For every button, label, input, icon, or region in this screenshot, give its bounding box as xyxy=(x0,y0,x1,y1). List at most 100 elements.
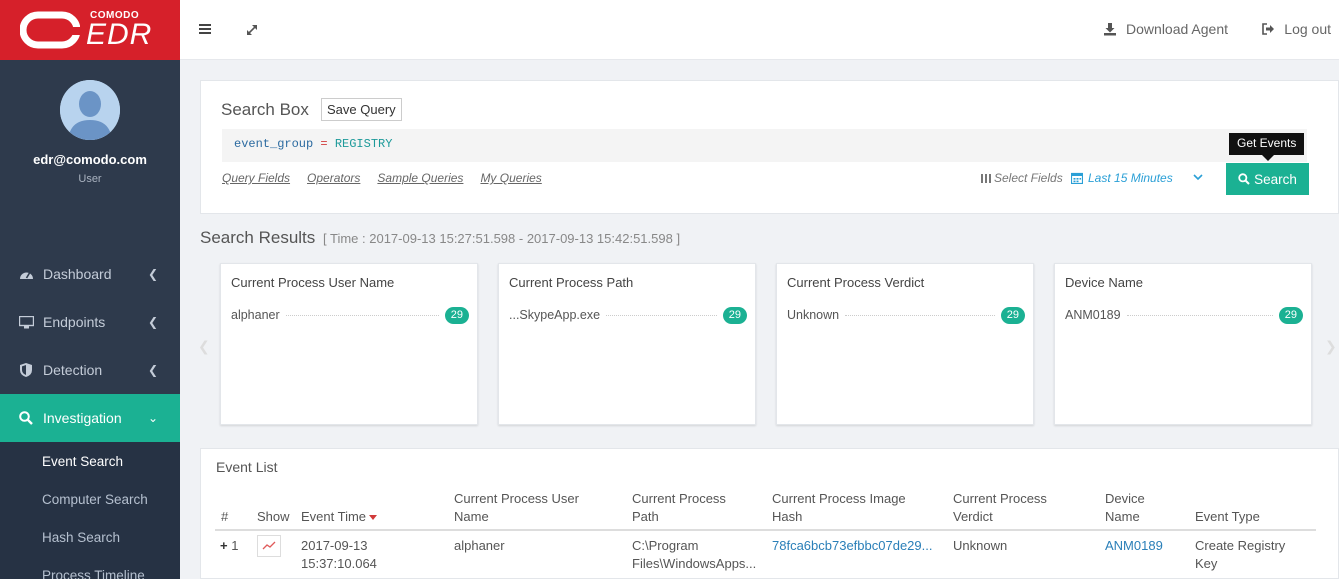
brand-big-text: EDR xyxy=(86,17,153,51)
card-row[interactable]: ...SkypeApp.exe 29 xyxy=(509,306,747,324)
col-header-line: Path xyxy=(632,509,659,524)
card-title: Device Name xyxy=(1065,275,1144,290)
expand-plus-icon: + xyxy=(220,538,228,553)
card-count-badge: 29 xyxy=(444,306,469,324)
hamburger-menu-icon[interactable] xyxy=(198,22,212,36)
card-title: Current Process Path xyxy=(509,275,634,290)
nav-label: Endpoints xyxy=(43,314,106,330)
user-role: User xyxy=(78,173,102,185)
select-fields-label: Select Fields xyxy=(994,171,1063,185)
col-header-image-hash[interactable]: Current Process Image Hash xyxy=(772,490,906,526)
query-help-links: Query Fields Operators Sample Queries My… xyxy=(222,171,542,185)
download-agent-label: Download Agent xyxy=(1126,21,1228,37)
my-queries-link[interactable]: My Queries xyxy=(480,171,541,185)
logout-link[interactable]: Log out xyxy=(1261,21,1331,37)
sample-queries-link[interactable]: Sample Queries xyxy=(377,171,463,185)
nav-item-endpoints[interactable]: Endpoints ❮ xyxy=(0,298,180,346)
result-card-user-name: Current Process User Name alphaner 29 xyxy=(220,263,478,425)
query-operator-text: = xyxy=(320,137,328,151)
expand-icon[interactable] xyxy=(245,23,259,37)
card-dots xyxy=(606,314,717,316)
calendar-icon xyxy=(1071,172,1083,184)
nav-label: Detection xyxy=(43,362,103,378)
col-header-line: Device xyxy=(1105,491,1145,506)
operators-link[interactable]: Operators xyxy=(307,171,360,185)
card-row[interactable]: ANM0189 29 xyxy=(1065,306,1303,324)
search-button-label: Search xyxy=(1254,171,1297,187)
col-header-event-type[interactable]: Event Type xyxy=(1195,508,1260,526)
card-count-badge: 29 xyxy=(1278,306,1303,324)
download-icon xyxy=(1104,23,1117,36)
sub-item-computer-search[interactable]: Computer Search xyxy=(0,480,180,518)
col-header-line: Name xyxy=(1105,509,1140,524)
card-value: ANM0189 xyxy=(1065,308,1121,322)
search-icon xyxy=(18,410,34,426)
chevron-down-icon[interactable] xyxy=(1192,171,1204,183)
chevron-left-icon: ❮ xyxy=(147,267,158,281)
card-value: ...SkypeApp.exe xyxy=(509,308,601,322)
col-header-user-name[interactable]: Current Process User Name xyxy=(454,490,579,526)
card-value: alphaner xyxy=(231,308,280,322)
user-email: edr@comodo.com xyxy=(33,152,147,167)
avatar[interactable] xyxy=(60,80,120,140)
col-header-event-time-label: Event Time xyxy=(301,509,367,524)
download-agent-link[interactable]: Download Agent xyxy=(1103,21,1228,37)
result-card-process-path: Current Process Path ...SkypeApp.exe 29 xyxy=(498,263,756,425)
col-header-line: Current Process Image xyxy=(772,491,906,506)
cell-line: C:\Program xyxy=(632,538,699,553)
query-field-text: event_group xyxy=(234,137,314,151)
col-header-verdict[interactable]: Current Process Verdict xyxy=(953,490,1047,526)
comodo-logo-icon xyxy=(20,11,80,49)
nav-item-investigation[interactable]: Investigation ⌄ xyxy=(0,394,180,442)
col-header-device-name[interactable]: Device Name xyxy=(1105,490,1145,526)
nav-label: Dashboard xyxy=(43,266,112,282)
sub-item-process-timeline[interactable]: Process Timeline xyxy=(0,556,180,579)
search-results-time: [ Time : 2017-09-13 15:27:51.598 - 2017-… xyxy=(323,231,681,246)
brand-logo[interactable]: COMODO EDR xyxy=(0,0,180,60)
line-chart-icon xyxy=(262,541,276,550)
row-expand[interactable]: + 1 xyxy=(220,537,238,555)
nav-label: Investigation xyxy=(43,410,122,426)
save-query-button[interactable]: Save Query xyxy=(321,98,402,121)
columns-icon xyxy=(981,173,991,183)
select-fields-button[interactable]: Select Fields xyxy=(981,171,1063,185)
carousel-prev-icon[interactable]: ❮ xyxy=(198,338,210,355)
chevron-left-icon: ❮ xyxy=(147,315,158,329)
card-value: Unknown xyxy=(787,308,840,322)
query-input[interactable]: event_group = REGISTRY xyxy=(222,129,1307,162)
card-row[interactable]: Unknown 29 xyxy=(787,306,1025,324)
cell-process-path: C:\Program Files\WindowsApps... xyxy=(632,537,756,573)
query-value-text: REGISTRY xyxy=(334,137,393,151)
col-header-show[interactable]: Show xyxy=(257,508,290,526)
nav-item-dashboard[interactable]: Dashboard ❮ xyxy=(0,250,180,298)
header-divider xyxy=(215,529,1316,531)
cell-event-type: Create Registry Key xyxy=(1195,537,1285,573)
cell-event-time: 2017-09-13 15:37:10.064 xyxy=(301,537,377,573)
card-row[interactable]: alphaner 29 xyxy=(231,306,469,324)
sidebar: COMODO EDR edr@comodo.com User Dashboard… xyxy=(0,0,180,579)
show-chart-button[interactable] xyxy=(257,535,281,557)
cell-image-hash-link[interactable]: 78fca6bcb73efbbc07de29... xyxy=(772,537,932,555)
time-range-picker[interactable]: Last 15 Minutes xyxy=(1071,171,1173,185)
col-header-process-path[interactable]: Current Process Path xyxy=(632,490,726,526)
card-dots xyxy=(1126,314,1273,316)
sub-item-hash-search[interactable]: Hash Search xyxy=(0,518,180,556)
sub-item-event-search[interactable]: Event Search xyxy=(0,442,180,480)
event-list-panel: Event List # Show Event Time Current Pro… xyxy=(200,448,1339,579)
nav-item-detection[interactable]: Detection ❮ xyxy=(0,346,180,394)
col-header-num[interactable]: # xyxy=(221,508,228,526)
shield-icon xyxy=(18,362,34,378)
chevron-down-icon: ⌄ xyxy=(147,411,158,425)
search-button[interactable]: Search xyxy=(1226,163,1309,195)
dashboard-gauge-icon xyxy=(18,266,34,282)
cell-user-name: alphaner xyxy=(454,538,505,553)
col-header-line: Hash xyxy=(772,509,803,524)
col-header-event-time[interactable]: Event Time xyxy=(301,508,378,526)
col-header-line: Current Process User xyxy=(454,491,579,506)
search-box-panel: Search Box Save Query event_group = REGI… xyxy=(200,80,1339,214)
sort-desc-icon xyxy=(369,515,378,521)
query-fields-link[interactable]: Query Fields xyxy=(222,171,290,185)
carousel-next-icon[interactable]: ❯ xyxy=(1325,338,1337,355)
col-header-line: Verdict xyxy=(953,509,993,524)
cell-device-name-link[interactable]: ANM0189 xyxy=(1105,537,1163,555)
